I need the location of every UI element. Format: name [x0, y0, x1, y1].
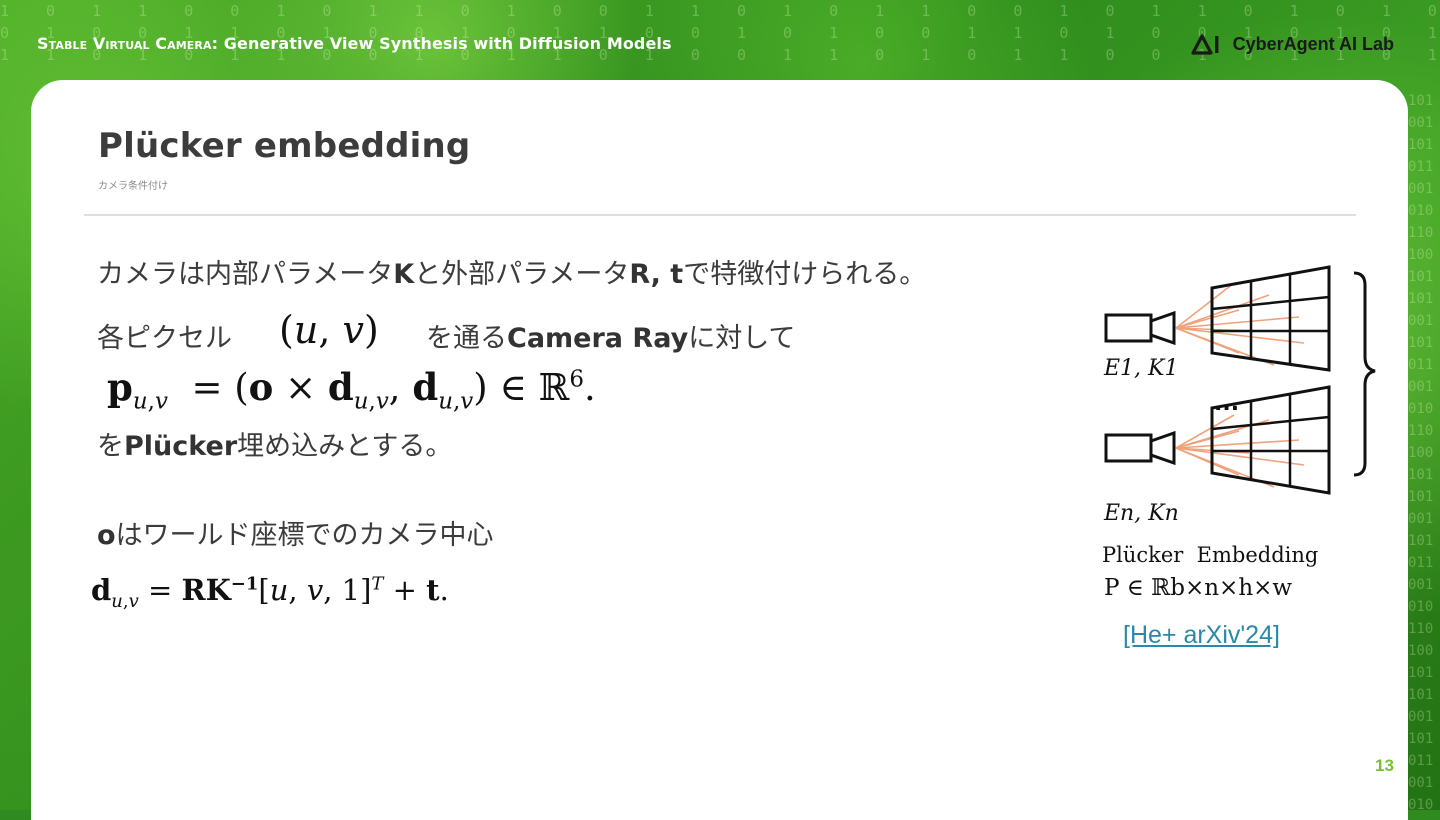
camera-bottom-label: En, Kn	[1103, 501, 1179, 526]
text-segment: を通る	[426, 323, 507, 354]
camera-center-line: oはワールド座標でのカメラ中心	[97, 513, 494, 552]
text-segment: を	[97, 431, 124, 462]
text-segment: で特徴付けられる。	[683, 259, 927, 290]
text-segment: に対して	[688, 323, 796, 354]
logo-text: CyberAgent AI Lab	[1232, 33, 1394, 54]
bold-segment: Plücker	[124, 431, 238, 462]
text-segment: はワールド座標でのカメラ中心	[115, 520, 494, 551]
text-segment: カメラは内部パラメータ	[97, 259, 394, 290]
plucker-formula: pu,v = (o × du,v, du,v) ∈ ℝ6.	[107, 365, 596, 415]
cyberagent-logo-icon	[1191, 34, 1219, 55]
camera-top	[1104, 265, 1331, 372]
figure-formula: P ∈ ℝb×n×h×w	[1104, 575, 1292, 601]
pixel-coord-formula: (u, v)	[279, 308, 379, 352]
title-rest: : Generative View Synthesis with Diffusi…	[211, 34, 672, 53]
slide-title: Plücker embedding	[98, 126, 471, 166]
company-logo: CyberAgent AI Lab	[1191, 33, 1394, 55]
text-segment: 各ピクセル	[97, 323, 232, 354]
binary-pattern-right: 1010011010110010101101001011010011010110…	[1408, 93, 1434, 810]
text-segment: と外部パラメータ	[414, 259, 630, 290]
plucker-figure: E1, K1 ... En, Kn Plücker Embedding P ∈ …	[1102, 265, 1376, 601]
camera-top-label: E1, K1	[1103, 356, 1178, 381]
grouping-brace	[1353, 271, 1376, 477]
bold-segment: K	[393, 259, 415, 290]
bold-segment: Camera Ray	[507, 323, 689, 354]
presentation-title: Stable Virtual Camera: Generative View S…	[37, 34, 672, 53]
camera-param-line: カメラは内部パラメータKと外部パラメータR, tで特徴付けられる。	[97, 252, 926, 291]
slide-card: Plücker embedding カメラ条件付け カメラは内部パラメータKと外…	[31, 80, 1408, 820]
plucker-def-line: をPlücker埋め込みとする。	[97, 424, 452, 463]
bold-segment: R, t	[629, 259, 684, 290]
ray-direction-formula: du,v = RK−1[u, v, 1]T + t.	[91, 573, 449, 612]
citation-link[interactable]: [He+ arXiv'24]	[1123, 621, 1280, 650]
page-number: 13	[1375, 756, 1394, 775]
figure-caption: Plücker Embedding	[1102, 543, 1318, 567]
pixel-ray-line: 各ピクセル を通るCamera Rayに対して	[97, 316, 795, 355]
bold-segment: o	[97, 520, 116, 551]
text-segment: 埋め込みとする。	[237, 431, 453, 462]
title-small-caps: Stable Virtual Camera	[37, 34, 212, 53]
divider	[84, 214, 1356, 216]
slide-subtitle: カメラ条件付け	[98, 181, 168, 192]
